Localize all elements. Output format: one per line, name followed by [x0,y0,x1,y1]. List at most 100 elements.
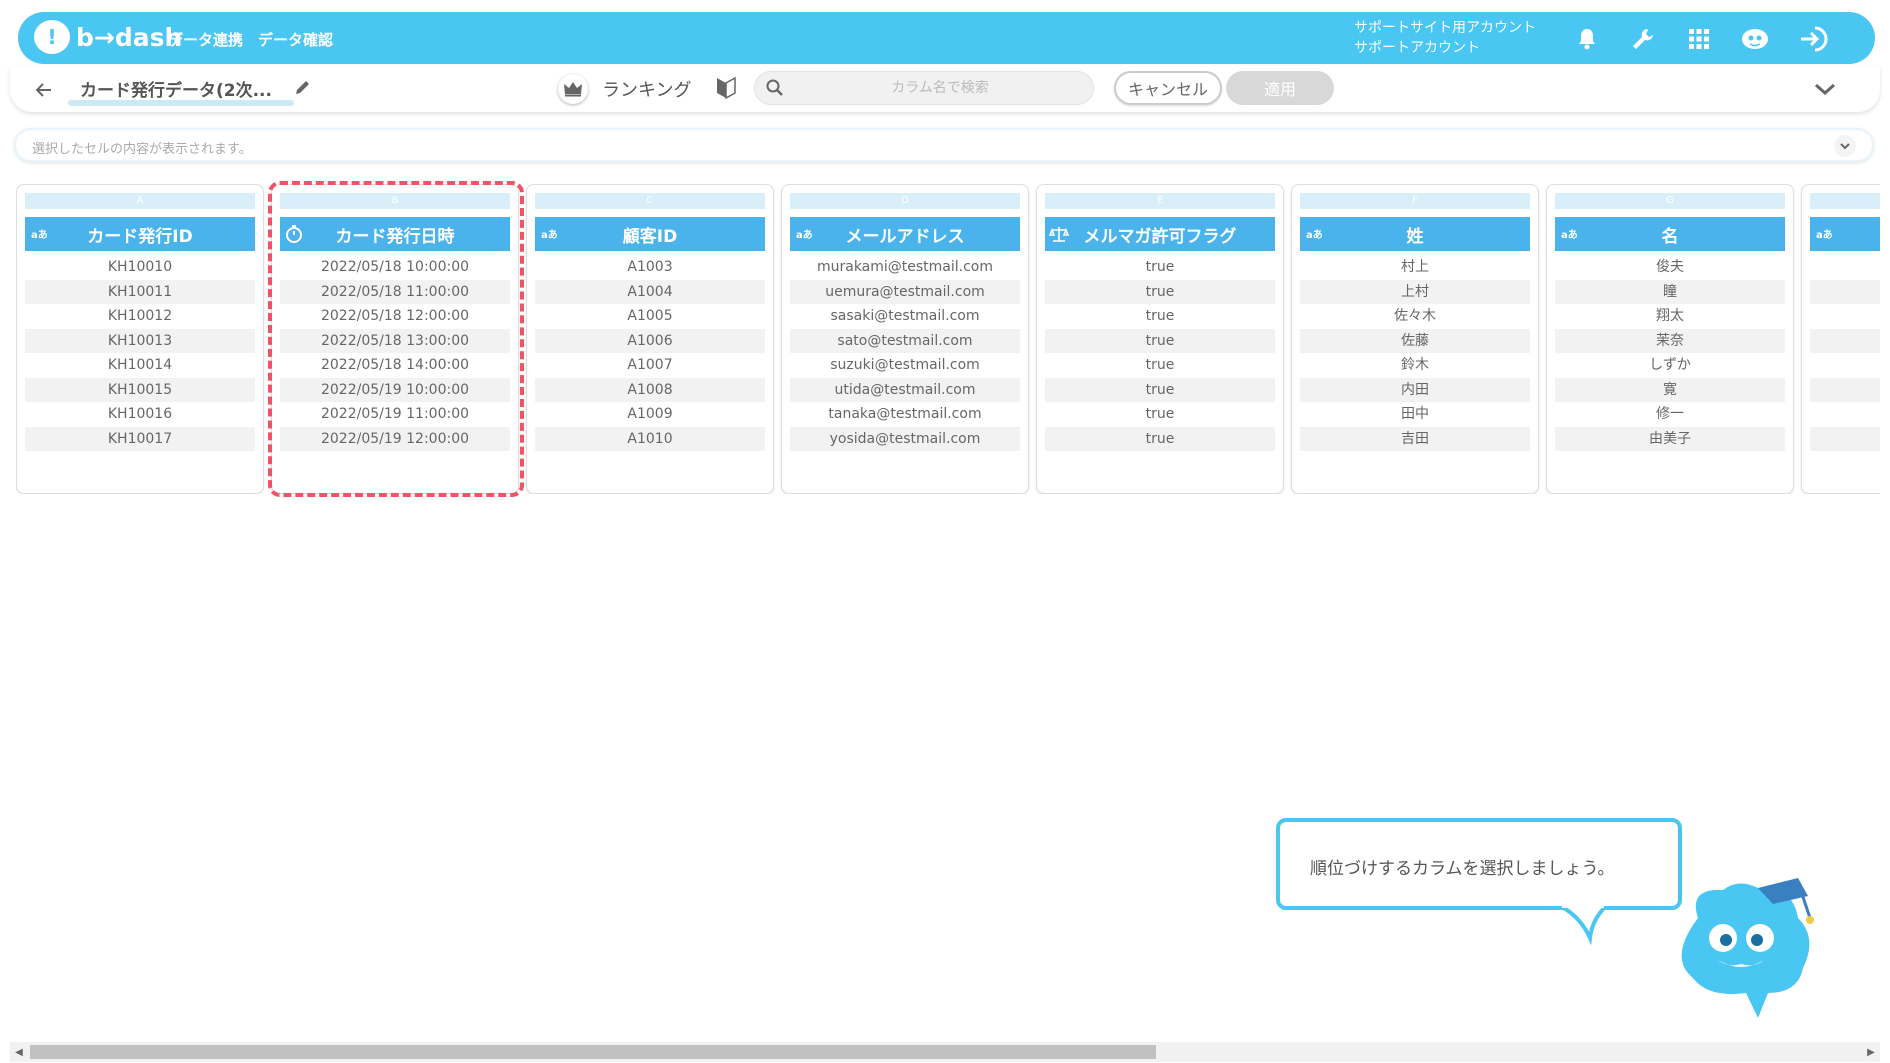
table-cell[interactable]: uemura@testmail.com [790,279,1020,304]
scroll-left-arrow-icon[interactable]: ◀ [10,1042,28,1062]
table-cell[interactable]: KH10016 [25,402,255,426]
file-title[interactable]: カード発行データ(2次... [80,76,272,101]
table-cell[interactable]: true [1045,402,1275,426]
logout-icon[interactable] [1798,24,1828,54]
table-cell[interactable]: KH10013 [25,328,255,353]
table-cell[interactable]: 2022/05/18 11:00:00 [280,279,510,304]
column-header[interactable]: カード発行日時 [280,217,510,251]
scroll-right-arrow-icon[interactable]: ▶ [1862,1042,1880,1062]
table-cell[interactable]: A1008 [535,377,765,402]
table-cell[interactable]: 田中 [1300,402,1530,426]
table-cell[interactable]: 佐藤 [1300,328,1530,353]
table-cell[interactable]: 2022/05/18 13:00:00 [280,328,510,353]
table-cell[interactable]: 上村 [1300,279,1530,304]
table-cell[interactable]: A1003 [535,255,765,279]
table-cell[interactable]: true [1045,353,1275,377]
chevron-down-icon[interactable] [1834,135,1856,157]
table-cell[interactable]: 2022/05/19 11:00:00 [280,402,510,426]
table-cell[interactable]: sasaki@testmail.com [790,304,1020,328]
table-cell[interactable]: tanaka@testmail.com [790,402,1020,426]
cell-content-bar[interactable]: 選択したセルの内容が表示されます。 [14,128,1874,162]
table-cell[interactable]: sato@testmail.com [790,328,1020,353]
nav-data-check[interactable]: データ確認 [258,29,333,50]
table-cell[interactable]: 内田 [1300,377,1530,402]
apply-button[interactable]: 適用 [1226,71,1334,105]
table-cell[interactable] [1810,304,1880,328]
column-header[interactable]: aあ 姓 [1300,217,1530,251]
table-cell[interactable] [1810,377,1880,402]
table-cell[interactable] [1810,353,1880,377]
table-cell[interactable]: 瞳 [1555,279,1785,304]
cancel-button[interactable]: キャンセル [1114,71,1222,105]
table-cell[interactable]: しずか [1555,353,1785,377]
column-letter[interactable]: G [1555,193,1785,209]
table-cell[interactable]: KH10017 [25,426,255,451]
column-header[interactable]: aあ カード発行ID [25,217,255,251]
table-cell[interactable]: suzuki@testmail.com [790,353,1020,377]
column-letter[interactable]: C [535,193,765,209]
table-cell[interactable]: true [1045,279,1275,304]
table-cell[interactable]: KH10011 [25,279,255,304]
apps-grid-icon[interactable] [1684,24,1714,54]
table-cell[interactable]: 寛 [1555,377,1785,402]
table-cell[interactable]: A1006 [535,328,765,353]
column-letter[interactable]: B [280,193,510,209]
wrench-icon[interactable] [1628,24,1658,54]
table-cell[interactable]: A1005 [535,304,765,328]
column-letter[interactable]: F [1300,193,1530,209]
table-cell[interactable]: 佐々木 [1300,304,1530,328]
column-header[interactable]: メルマガ許可フラグ [1045,217,1275,251]
table-cell[interactable] [1810,255,1880,279]
column-search-input[interactable] [795,75,1085,101]
back-arrow-icon[interactable] [32,78,56,102]
table-cell[interactable]: 鈴木 [1300,353,1530,377]
table-cell[interactable]: A1010 [535,426,765,451]
column-letter[interactable]: A [25,193,255,209]
table-cell[interactable]: 2022/05/18 10:00:00 [280,255,510,279]
column-letter[interactable]: D [790,193,1020,209]
table-cell[interactable]: 2022/05/18 12:00:00 [280,304,510,328]
table-cell[interactable]: true [1045,377,1275,402]
table-cell[interactable]: KH10014 [25,353,255,377]
horizontal-scroll-thumb[interactable] [30,1045,1156,1059]
beginner-mark-icon[interactable] [716,76,740,102]
table-cell[interactable]: true [1045,304,1275,328]
table-cell[interactable]: true [1045,255,1275,279]
table-cell[interactable]: 由美子 [1555,426,1785,451]
table-cell[interactable]: 2022/05/18 14:00:00 [280,353,510,377]
table-cell[interactable]: murakami@testmail.com [790,255,1020,279]
column-letter[interactable] [1810,193,1880,209]
column-letter[interactable]: E [1045,193,1275,209]
table-cell[interactable]: true [1045,328,1275,353]
table-cell[interactable]: KH10015 [25,377,255,402]
bell-icon[interactable] [1572,24,1602,54]
table-cell[interactable]: utida@testmail.com [790,377,1020,402]
horizontal-scrollbar[interactable]: ◀ ▶ [10,1042,1880,1062]
column-header[interactable]: aあ メールアドレス [790,217,1020,251]
table-cell[interactable]: 村上 [1300,255,1530,279]
table-cell[interactable]: 吉田 [1300,426,1530,451]
nav-data-integration[interactable]: データ連携 [168,29,243,50]
table-cell[interactable]: KH10010 [25,255,255,279]
chevron-down-icon[interactable] [1812,76,1840,104]
table-cell[interactable]: 茉奈 [1555,328,1785,353]
table-cell[interactable]: A1009 [535,402,765,426]
table-cell[interactable]: A1004 [535,279,765,304]
table-cell[interactable] [1810,279,1880,304]
table-cell[interactable] [1810,328,1880,353]
account-info[interactable]: サポートサイト用アカウント サポートアカウント [1354,18,1536,58]
column-header[interactable]: aあ 顧客ID [535,217,765,251]
table-cell[interactable] [1810,426,1880,451]
column-header[interactable]: aあ 名 [1555,217,1785,251]
column-header[interactable]: aあ [1810,217,1880,251]
table-cell[interactable]: KH10012 [25,304,255,328]
table-cell[interactable]: 2022/05/19 12:00:00 [280,426,510,451]
table-cell[interactable] [1810,402,1880,426]
table-cell[interactable]: 翔太 [1555,304,1785,328]
table-cell[interactable]: true [1045,426,1275,451]
robot-assistant-icon[interactable] [1740,24,1770,54]
table-cell[interactable]: 修一 [1555,402,1785,426]
table-cell[interactable]: A1007 [535,353,765,377]
table-cell[interactable]: 2022/05/19 10:00:00 [280,377,510,402]
bdash-logo[interactable]: ! b→dash [34,20,182,54]
